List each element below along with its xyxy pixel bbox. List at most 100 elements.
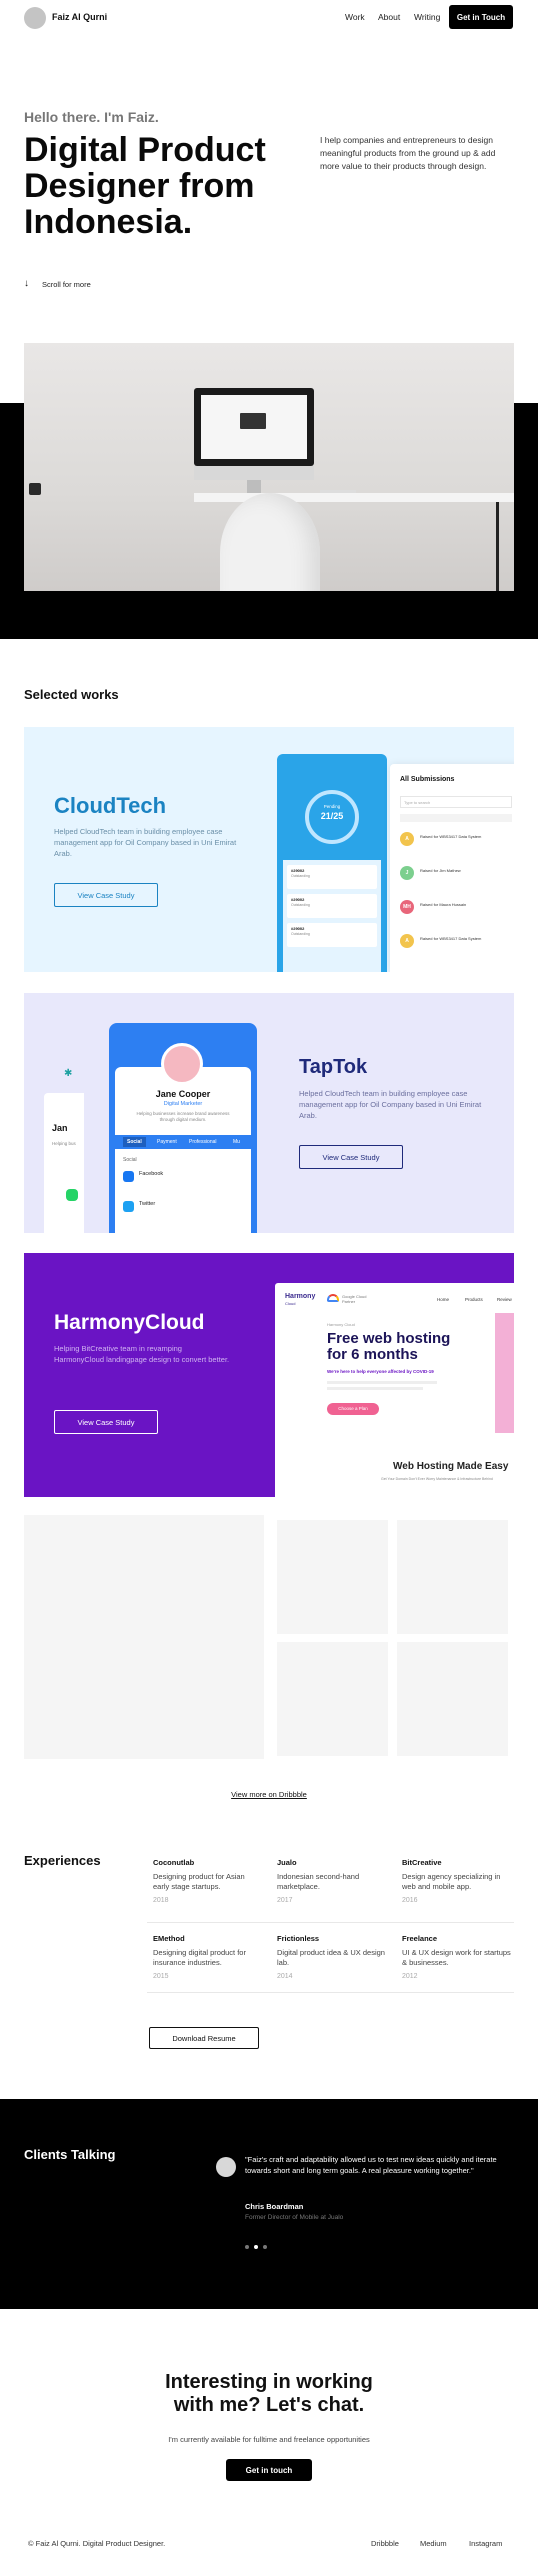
dribbble-shot[interactable]: [397, 1520, 508, 1634]
experience-company: Freelance: [402, 1934, 438, 1943]
profile-bio: Helping businesses increase brand awaren…: [136, 1111, 230, 1122]
hero-headline-line: Indonesia.: [24, 203, 193, 241]
view-case-study-button[interactable]: View Case Study: [299, 1145, 403, 1169]
experience-item: BitCreative Design agency specializing i…: [402, 1858, 512, 1904]
tab-more[interactable]: Mu: [233, 1139, 240, 1145]
experience-desc: Indonesian second-hand marketplace.: [277, 1872, 360, 1891]
submission-title: Raised for WBS3417 Data System: [420, 936, 482, 941]
work-title: TapTok: [299, 1056, 368, 1078]
experience-company: Frictionless: [277, 1934, 320, 1943]
work-card-cloudtech[interactable]: CloudTech Helped CloudTech team in build…: [24, 727, 514, 972]
dribbble-shot[interactable]: [397, 1642, 508, 1756]
experiences-title: Experiences: [24, 1853, 101, 1868]
view-case-study-button[interactable]: View Case Study: [54, 1410, 158, 1434]
experience-year: 2017: [277, 1897, 293, 1904]
dribbble-shot[interactable]: [277, 1520, 388, 1634]
view-case-study-button[interactable]: View Case Study: [54, 883, 158, 907]
harmony-logo-sub: Cloud: [285, 1301, 296, 1306]
experience-item: Coconutlab Designing product for Asian e…: [153, 1858, 263, 1904]
carousel-dot-active[interactable]: [254, 2245, 258, 2249]
experience-item: Freelance UI & UX design work for startu…: [402, 1934, 512, 1980]
contact-headline-line: Interesting in working: [165, 2371, 373, 2393]
work-desc: Helped CloudTech team in building employ…: [54, 827, 237, 858]
nav-work[interactable]: Work: [345, 12, 365, 22]
dribbble-shot[interactable]: [24, 1515, 264, 1759]
google-cloud-icon: [327, 1294, 339, 1302]
experience-company: EMethod: [153, 1934, 185, 1943]
divider: [147, 1922, 514, 1923]
mock-badge: Harmony Cloud: [327, 1322, 355, 1327]
tile-sub: Outstanding: [291, 903, 310, 907]
tile-id: #29002: [291, 897, 305, 902]
avatar[interactable]: [24, 7, 46, 29]
mock-headline-line: Free web hosting: [327, 1330, 451, 1347]
profile-name: Jane Cooper: [155, 1089, 211, 1099]
search-field: Type to search: [400, 796, 512, 808]
partial-name: Jan: [52, 1123, 68, 1133]
footer-link-instagram[interactable]: Instagram: [469, 2539, 502, 2548]
tile-sub: Outstanding: [291, 874, 310, 878]
twitter-icon: [123, 1201, 134, 1212]
mock-cta: Choose a Plan: [327, 1403, 379, 1415]
carousel-dot[interactable]: [263, 2245, 267, 2249]
tab-payment[interactable]: Payment: [157, 1139, 177, 1145]
work-card-taptok[interactable]: Jan Helping bus ✱ Jane Cooper Digital Ma…: [24, 993, 514, 1233]
harmony-logo: Harmony: [285, 1293, 316, 1300]
experience-year: 2015: [153, 1973, 169, 1980]
submission-avatar: J: [400, 866, 414, 880]
experience-desc: Designing product for Asian early stage …: [153, 1872, 245, 1891]
mock-caption-sub: Get Your Domain Don't Ever Worry Mainten…: [381, 1477, 493, 1481]
contact-headline: Interesting in working with me? Let's ch…: [0, 2371, 538, 2417]
contact-get-in-touch-button[interactable]: Get in touch: [226, 2459, 312, 2481]
experience-company: Coconutlab: [153, 1858, 195, 1867]
taptok-phone-mock: Jane Cooper Digital Marketer Helping bus…: [109, 1023, 257, 1233]
hero-greeting: Hello there. I'm Faiz.: [24, 109, 159, 125]
mock-caption: Web Hosting Made Easy: [393, 1461, 509, 1472]
experience-company: BitCreative: [402, 1858, 442, 1867]
selected-works-title: Selected works: [24, 687, 119, 702]
submission-title: Raised for Jim Mathew: [420, 868, 461, 873]
partner-label: Google Cloud Partner: [342, 1294, 367, 1304]
hero-photo: [24, 343, 514, 591]
nav-writing[interactable]: Writing: [414, 12, 440, 22]
get-in-touch-button[interactable]: Get in Touch: [449, 5, 513, 29]
mock-nav-review: Review: [497, 1297, 512, 1302]
profile-role: Digital Marketer: [163, 1101, 203, 1107]
tab-social[interactable]: Social: [123, 1137, 146, 1147]
site-name[interactable]: Faiz Al Qurni: [52, 12, 107, 22]
clients-title: Clients Talking: [24, 2147, 116, 2162]
submission-avatar: A: [400, 934, 414, 948]
partial-sub: Helping bus: [52, 1141, 76, 1146]
cloudtech-desktop-mock: All Submissions Type to search A Raised f…: [390, 764, 514, 972]
scroll-arrow-icon[interactable]: ↓: [24, 278, 29, 289]
nav-about[interactable]: About: [378, 12, 400, 22]
stat-label: Pending: [323, 804, 341, 809]
tile-id: #29002: [291, 868, 305, 873]
footer-copyright: © Faiz Al Qurni. Digital Product Designe…: [28, 2539, 166, 2548]
experience-year: 2018: [153, 1897, 169, 1904]
dribbble-shot[interactable]: [277, 1642, 388, 1756]
tile-id: #29002: [291, 926, 305, 931]
view-more-dribbble-link[interactable]: View more on Dribbble: [0, 1790, 538, 1799]
mock-sub: We're here to help everyone affected by …: [327, 1369, 434, 1374]
submission-title: Raised for WBS3417 Data System: [420, 834, 482, 839]
link-facebook[interactable]: Facebook: [139, 1171, 163, 1177]
footer-link-medium[interactable]: Medium: [420, 2539, 447, 2548]
footer-link-dribbble[interactable]: Dribbble: [371, 2539, 399, 2548]
work-card-harmonycloud[interactable]: HarmonyCloud Helping BitCreative team in…: [24, 1253, 514, 1497]
work-title: HarmonyCloud: [54, 1311, 205, 1334]
client-role: Former Director of Mobile at Jualo: [245, 2214, 344, 2221]
experience-year: 2014: [277, 1973, 293, 1980]
mock-headline-line: for 6 months: [327, 1346, 418, 1363]
mock-headline: Free web hosting for 6 months: [327, 1331, 450, 1363]
download-resume-button[interactable]: Download Resume: [149, 2027, 259, 2049]
carousel-dot[interactable]: [245, 2245, 249, 2249]
whatsapp-icon: [66, 1189, 78, 1201]
scroll-for-more[interactable]: Scroll for more: [42, 280, 91, 289]
tab-professional[interactable]: Professional: [189, 1139, 217, 1145]
app-title: All Submissions: [400, 776, 455, 783]
link-twitter[interactable]: Twitter: [139, 1201, 155, 1207]
harmony-site-mock: Harmony Cloud Google Cloud Partner Home …: [275, 1283, 514, 1497]
tile-sub: Outstanding: [291, 932, 310, 936]
work-title: CloudTech: [54, 793, 167, 818]
